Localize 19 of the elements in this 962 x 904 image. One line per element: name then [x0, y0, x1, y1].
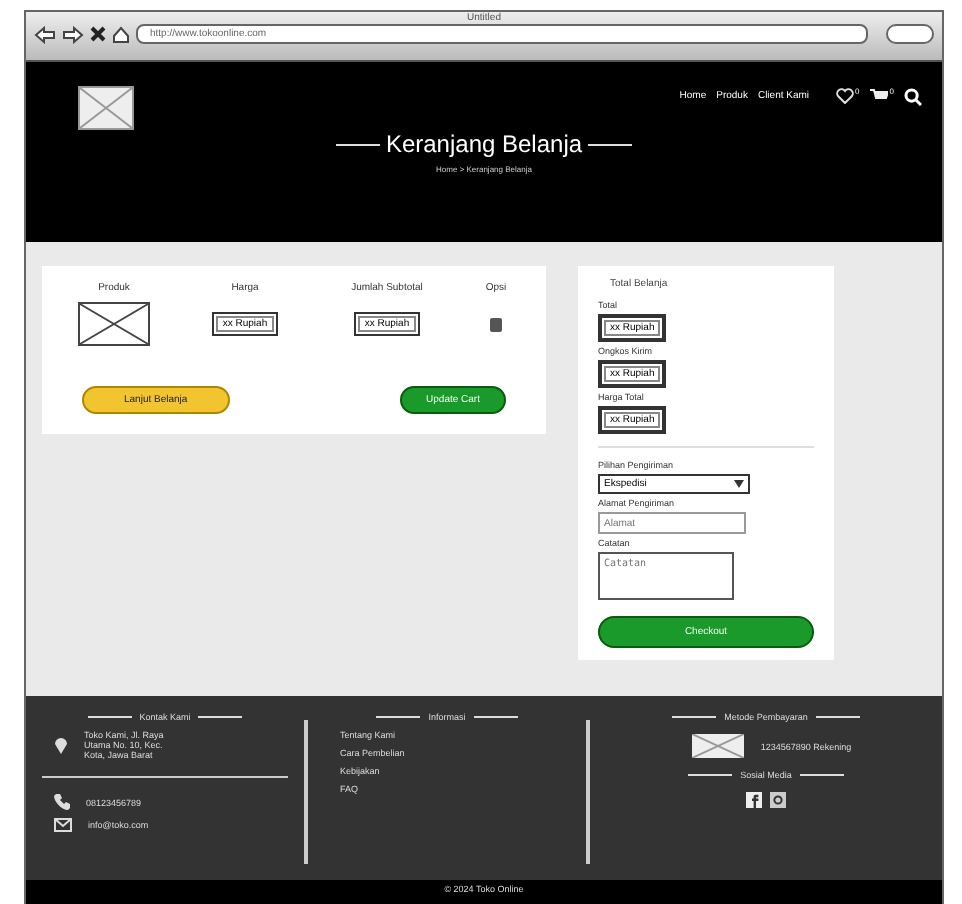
- location-pin-icon: [54, 736, 68, 754]
- page-title: Keranjang Belanja: [385, 130, 583, 158]
- image-placeholder-icon: [692, 734, 745, 758]
- mail-icon: [54, 818, 72, 832]
- search-icon[interactable]: [904, 87, 922, 105]
- facebook-icon[interactable]: [746, 792, 763, 808]
- instagram-icon[interactable]: [770, 792, 787, 808]
- trash-icon[interactable]: [490, 316, 502, 332]
- phone-icon: [54, 794, 70, 810]
- image-placeholder-icon: [78, 86, 134, 130]
- close-icon[interactable]: [90, 26, 106, 42]
- heart-icon[interactable]: [835, 88, 854, 104]
- caret-icon: [734, 480, 744, 488]
- image-placeholder-icon: [78, 302, 150, 346]
- search-field[interactable]: [886, 24, 934, 44]
- forward-icon[interactable]: [62, 25, 84, 43]
- back-icon[interactable]: [34, 25, 56, 43]
- cart-icon[interactable]: [869, 88, 888, 104]
- home-icon[interactable]: [112, 25, 130, 43]
